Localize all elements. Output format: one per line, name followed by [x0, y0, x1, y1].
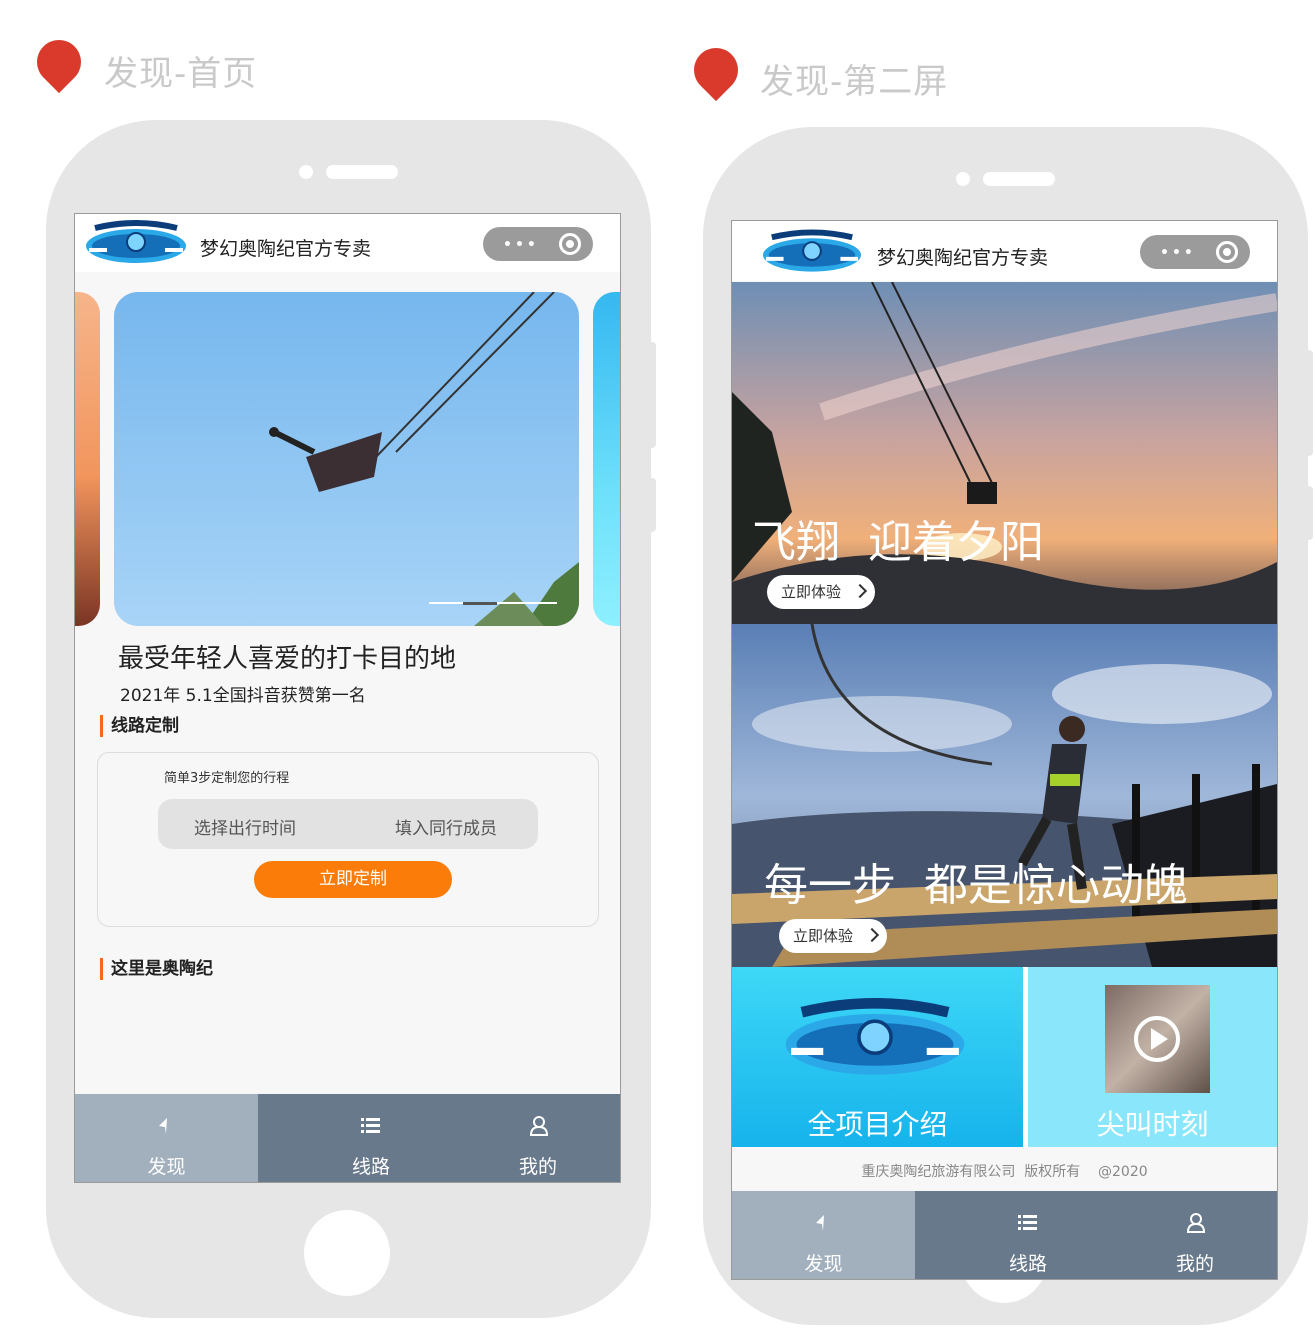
phone-speaker	[326, 165, 398, 179]
section-title-route: 线路定制	[100, 715, 179, 737]
banner-title: 最受年轻人喜爱的打卡目的地	[118, 644, 457, 674]
brand-logo	[785, 998, 965, 1075]
enter-companions[interactable]: 填入同行成员	[395, 814, 497, 839]
location-pin-icon	[684, 38, 748, 102]
more-icon[interactable]: •••	[503, 237, 539, 253]
mini-program-capsule[interactable]: •••	[483, 227, 593, 261]
card1-headline: 飞翔 迎着夕阳	[752, 517, 1044, 568]
bottom-tabbar: 发现 线路 我的	[732, 1191, 1277, 1279]
chevron-right-icon	[864, 927, 880, 943]
chevron-right-icon	[852, 583, 868, 599]
location-pin-icon	[27, 30, 91, 94]
video-thumbnail[interactable]	[1105, 985, 1210, 1093]
carousel-main-slide[interactable]	[114, 292, 579, 626]
route-custom-card: 简单3步定制您的行程 选择出行时间 填入同行成员 立即定制	[97, 752, 599, 927]
button-label: 立即体验	[781, 583, 842, 601]
close-miniprogram-icon[interactable]	[559, 233, 581, 255]
navigation-arrow-icon	[159, 1118, 167, 1134]
carousel-prev-slide[interactable]	[75, 292, 100, 626]
tab-discover[interactable]: 发现	[732, 1191, 915, 1279]
section-title-intro: 这里是奥陶纪	[100, 958, 213, 980]
scream-moments-tile[interactable]: 尖叫时刻	[1028, 967, 1277, 1147]
carousel-next-slide[interactable]	[593, 292, 620, 626]
caption-home: 发现-首页	[104, 54, 258, 94]
customize-now-button[interactable]: 立即定制	[254, 861, 452, 898]
tab-label: 线路	[351, 1156, 390, 1178]
list-icon	[361, 1118, 380, 1133]
tab-label: 发现	[147, 1156, 186, 1178]
tab-label: 发现	[804, 1253, 843, 1275]
app-title: 梦幻奥陶纪官方专卖	[200, 238, 372, 260]
phone-speaker	[983, 172, 1055, 186]
user-icon	[1186, 1213, 1206, 1233]
experience-now-button[interactable]: 立即体验	[779, 919, 887, 953]
mini-program-topbar: 梦幻奥陶纪官方专卖 •••	[732, 221, 1277, 281]
phone-home-button[interactable]	[304, 1210, 390, 1296]
tile-label: 尖叫时刻	[1096, 1108, 1209, 1141]
route-hint: 简单3步定制您的行程	[164, 771, 290, 786]
phone-side-button	[1305, 486, 1313, 540]
bottom-tabbar: 发现 线路 我的	[75, 1094, 620, 1182]
sunset-swing-card[interactable]	[732, 282, 1277, 624]
tab-routes[interactable]: 线路	[915, 1191, 1141, 1279]
all-projects-tile[interactable]: 全项目介绍	[732, 967, 1023, 1147]
tab-label: 线路	[1008, 1253, 1047, 1275]
more-icon[interactable]: •••	[1160, 245, 1196, 261]
select-travel-time[interactable]: 选择出行时间	[194, 814, 296, 839]
phone-camera	[956, 172, 970, 186]
brand-logo	[762, 229, 862, 272]
tile-label: 全项目介绍	[807, 1108, 948, 1141]
button-label: 立即体验	[793, 927, 854, 945]
tab-label: 我的	[518, 1156, 557, 1178]
plank-bridge-card[interactable]	[732, 624, 1277, 967]
screen-second: 梦幻奥陶纪官方专卖 ••• 飞翔 迎着夕阳 立即体验 每一步 都是惊心动魄 立即…	[731, 220, 1278, 1280]
close-miniprogram-icon[interactable]	[1216, 241, 1238, 263]
screen-home: 梦幻奥陶纪官方专卖 ••• 最受年轻人喜爱的打卡目的地 2021年 5.1全国抖…	[74, 213, 621, 1183]
copyright-footer: 重庆奥陶纪旅游有限公司 版权所有 @2020	[861, 1164, 1148, 1180]
tab-mine[interactable]: 我的	[456, 1094, 620, 1182]
list-icon	[1018, 1215, 1037, 1230]
app-title: 梦幻奥陶纪官方专卖	[877, 247, 1049, 269]
tab-discover[interactable]: 发现	[75, 1094, 258, 1182]
card2-headline: 每一步 都是惊心动魄	[764, 860, 1188, 911]
brand-logo	[86, 220, 186, 263]
phone-camera	[299, 165, 313, 179]
tab-routes[interactable]: 线路	[258, 1094, 484, 1182]
phone-side-button	[648, 478, 656, 532]
caption-second-screen: 发现-第二屏	[760, 62, 949, 102]
phone-side-button	[1305, 350, 1313, 456]
navigation-arrow-icon	[816, 1215, 824, 1231]
tab-mine[interactable]: 我的	[1113, 1191, 1277, 1279]
play-icon[interactable]	[1132, 1014, 1182, 1064]
mini-program-topbar: 梦幻奥陶纪官方专卖 •••	[75, 214, 620, 272]
tab-label: 我的	[1175, 1253, 1214, 1275]
phone-side-button	[648, 342, 656, 448]
mini-program-capsule[interactable]: •••	[1140, 235, 1250, 269]
banner-subtitle: 2021年 5.1全国抖音获赞第一名	[120, 686, 366, 706]
user-icon	[529, 1116, 549, 1136]
route-options-box: 选择出行时间 填入同行成员	[158, 799, 538, 849]
experience-now-button[interactable]: 立即体验	[767, 575, 875, 609]
